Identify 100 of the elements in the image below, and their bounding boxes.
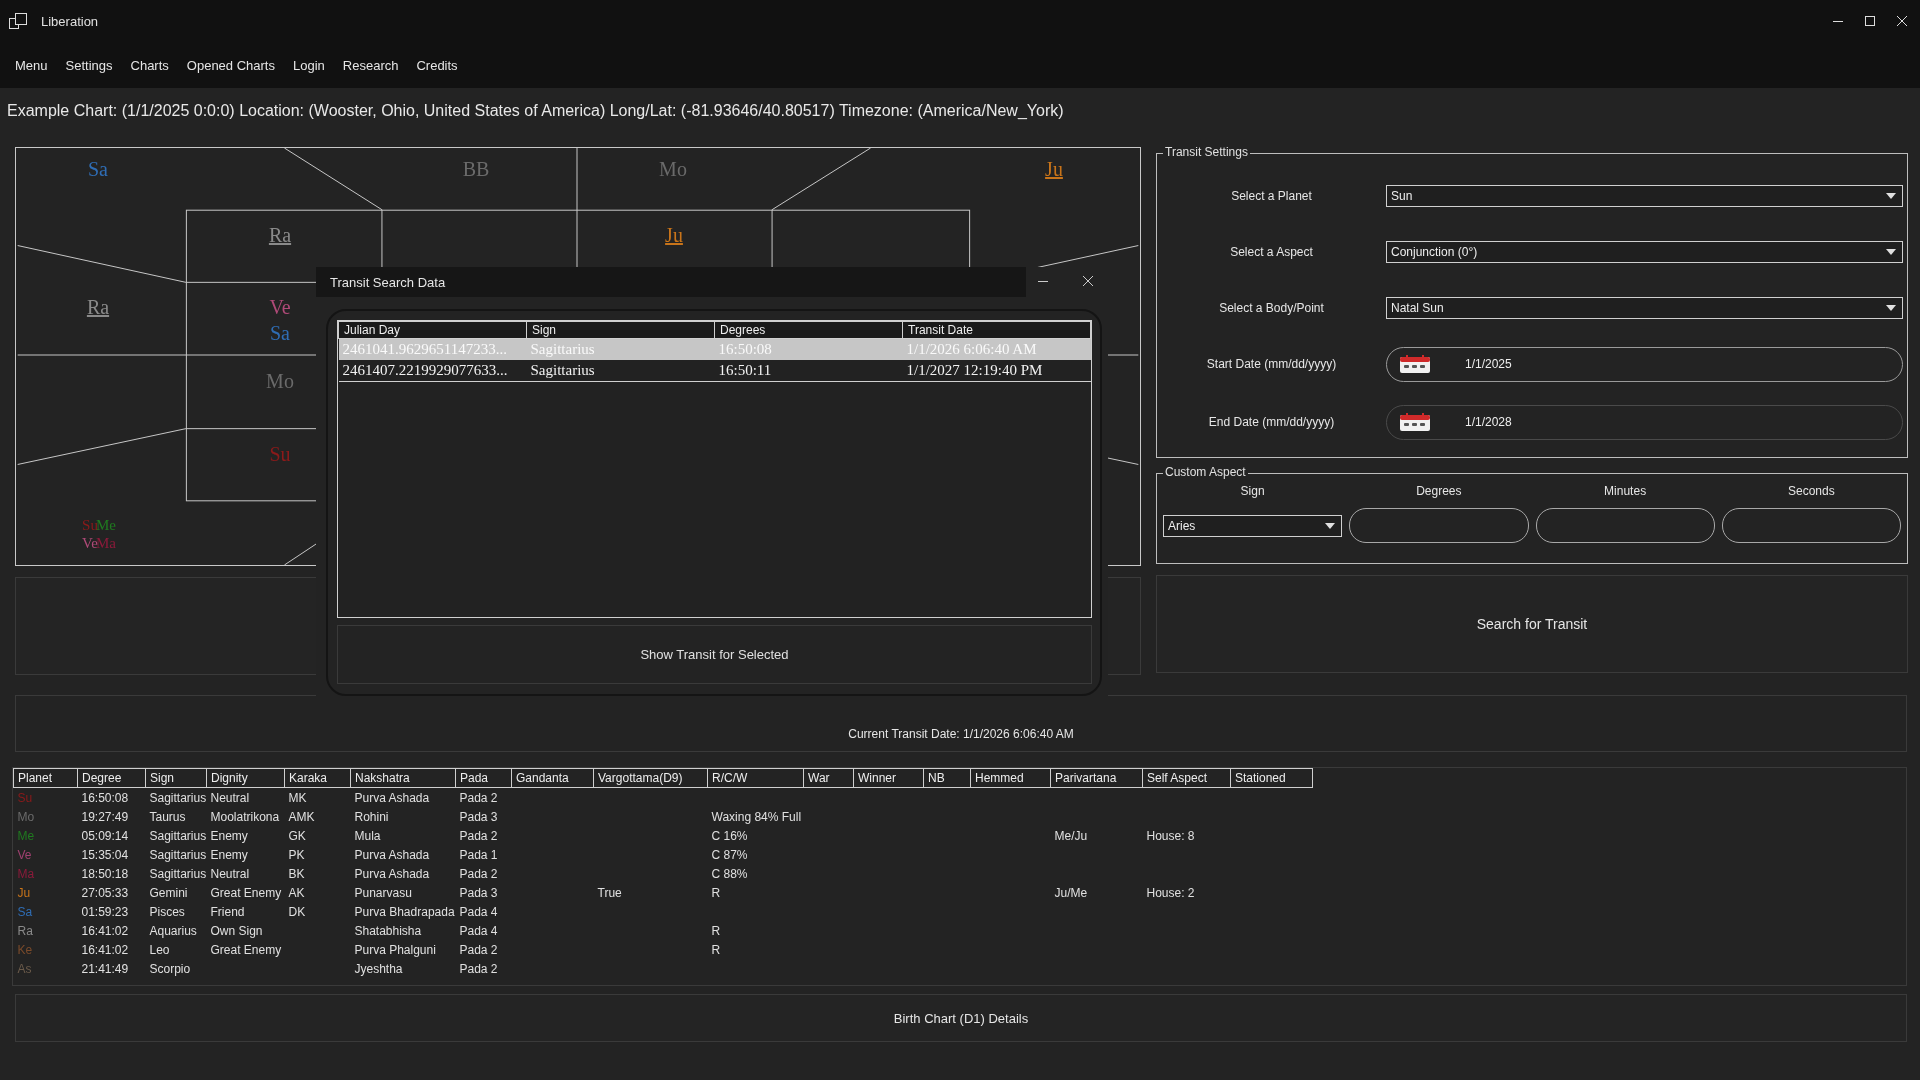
show-transit-button[interactable]: Show Transit for Selected [337, 625, 1092, 684]
column-header[interactable]: Degrees [714, 321, 903, 339]
menu-item[interactable]: Menu [6, 53, 57, 77]
column-header[interactable]: Sign [145, 768, 207, 788]
menu-item[interactable]: Settings [56, 53, 122, 77]
table-cell-text: Sa [16, 903, 34, 921]
result-row[interactable]: 2461407.2219929077633... Sagittarius 16:50:11 1/1/2027 12:19:40 PM [338, 360, 1091, 382]
table-cell: Neutral [206, 787, 285, 807]
group-title: Custom Aspect [1163, 465, 1248, 479]
column-header[interactable]: Degree [77, 768, 146, 788]
planet-label: Ra [268, 225, 292, 245]
column-header[interactable]: Julian Day [338, 321, 527, 339]
column-header[interactable]: Self Aspect [1142, 768, 1231, 788]
table-cell-text: Purva Bhadrapada [353, 903, 456, 921]
table-cell-text: R [710, 884, 722, 902]
table-cell-text: Pada 2 [458, 827, 499, 845]
table-cell: MK [284, 787, 351, 807]
column-header[interactable]: Nakshatra [350, 768, 456, 788]
column-header[interactable]: Karaka [284, 768, 351, 788]
planet-label: BB [462, 159, 490, 179]
column-header[interactable]: Stationed [1230, 768, 1313, 788]
column-header[interactable]: NB [923, 768, 971, 788]
window-title: Liberation [41, 13, 99, 29]
column-header[interactable]: R/C/W [707, 768, 804, 788]
column-header[interactable]: Hemmed [970, 768, 1051, 788]
menu-item[interactable]: Credits [407, 53, 467, 77]
table-cell-text: Ke [16, 941, 34, 959]
menu-item[interactable]: Login [284, 53, 334, 77]
table-cell-text: 01:59:23 [80, 903, 130, 921]
planet-label: Mo [266, 371, 294, 391]
planet-label: Ra [86, 297, 110, 317]
table-cell-text: Jyeshtha [353, 960, 404, 978]
table-cell-text: True [596, 884, 623, 902]
column-header[interactable]: Winner [853, 768, 924, 788]
table-cell-text: Mula [353, 827, 382, 845]
column-header[interactable]: Vargottama(D9) [593, 768, 708, 788]
table-cell-text: Aquarius [148, 922, 198, 940]
planet-label: Su [269, 444, 291, 464]
table-cell-text: Shatabhisha [353, 922, 423, 940]
menu-item[interactable]: Charts [121, 53, 178, 77]
table-cell-text: Pada 3 [458, 808, 499, 826]
table-cell-text: Sagittarius [148, 846, 207, 864]
table-cell-text: Scorpio [148, 960, 192, 978]
field-label: Select a Body/Point [1218, 300, 1325, 315]
table-cell-text: Punarvasu [353, 884, 413, 902]
maximize-icon [1864, 15, 1876, 27]
table-cell-text: Sagittarius [148, 865, 207, 883]
table-cell-text: Pada 2 [458, 865, 499, 883]
search-transit-button[interactable]: Search for Transit [1156, 575, 1908, 673]
planet-label: Ju [665, 225, 683, 245]
field-label: Degrees [1415, 484, 1463, 498]
sign-dropdown[interactable]: Aries [1163, 514, 1343, 537]
caret-icon [1886, 304, 1896, 311]
table-cell-text: 16:41:02 [80, 922, 130, 940]
planet-label: Ve [269, 297, 291, 317]
dropdown[interactable]: Conjunction (0°) [1386, 240, 1903, 263]
menu-item[interactable]: Research [333, 53, 408, 77]
table-cell: Neutral [206, 864, 285, 883]
menu-item[interactable]: Opened Charts [177, 53, 284, 77]
table-cell-text: GK [287, 827, 307, 845]
input-field[interactable] [1535, 508, 1715, 543]
calendar-icon [1400, 355, 1430, 374]
table-cell-text: Friend [209, 903, 246, 921]
table-cell-text: C 16% [710, 827, 749, 845]
table-cell-text: BK [287, 865, 306, 883]
table-cell-text: Ma [16, 865, 36, 883]
column-header[interactable]: Gandanta [511, 768, 594, 788]
field-label: Minutes [1603, 484, 1648, 498]
chart-details-button[interactable]: Birth Chart (D1) Details [15, 994, 1907, 1042]
table-cell-text: 18:50:18 [80, 865, 130, 883]
table-cell-text: As [16, 960, 33, 978]
table-cell-text: Great Enemy [209, 941, 283, 959]
table-cell-text: Pisces [148, 903, 186, 921]
table-cell-text: Own Sign [209, 922, 264, 940]
input-field[interactable] [1349, 508, 1529, 543]
planet-label: Sa [270, 323, 290, 343]
input-field[interactable] [1721, 508, 1901, 543]
field-label: Sign [1239, 484, 1266, 498]
column-header[interactable]: Parivartana [1050, 768, 1143, 788]
column-header[interactable]: Transit Date [902, 321, 1091, 339]
dropdown[interactable]: Sun [1386, 184, 1903, 207]
table-cell-text: PK [287, 846, 306, 864]
column-header[interactable]: Sign [526, 321, 715, 339]
table-cell-text: R [710, 922, 722, 940]
column-header[interactable]: Dignity [206, 768, 285, 788]
dropdown[interactable]: Natal Sun [1386, 296, 1903, 319]
column-header[interactable]: Planet [13, 768, 78, 788]
planet-label: Su [82, 517, 98, 533]
table-cell-text: Pada 2 [458, 941, 499, 959]
column-header[interactable]: Pada [455, 768, 512, 788]
caret-icon [1886, 248, 1896, 255]
table-cell-text: 27:05:33 [80, 884, 130, 902]
table-cell-text: Me/Ju [1053, 827, 1089, 845]
table-cell-text: Gemini [148, 884, 189, 902]
caret-icon [1886, 192, 1896, 199]
table-cell-text: House: 2 [1145, 884, 1196, 902]
table-cell-text: Ra [16, 922, 34, 940]
table-cell-text: Taurus [148, 808, 187, 826]
field-label: Start Date (mm/dd/yyyy) [1205, 357, 1338, 372]
column-header[interactable]: War [803, 768, 854, 788]
